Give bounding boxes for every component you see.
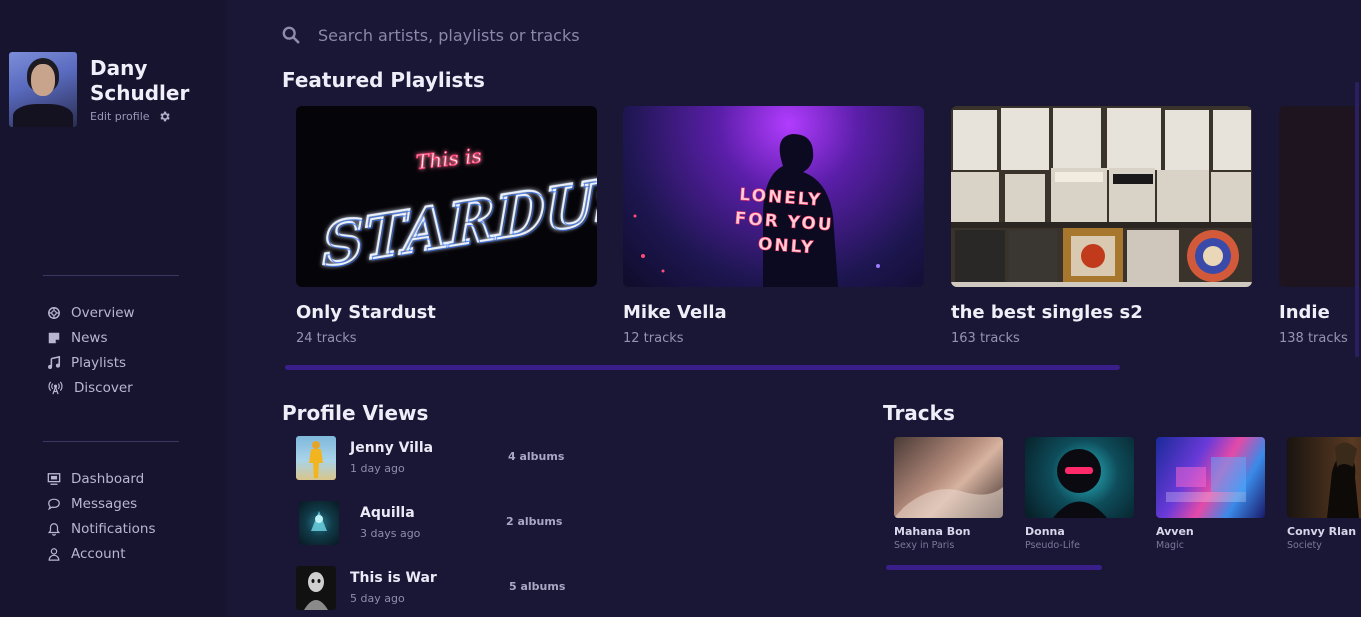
nav-item-overview[interactable]: Overview <box>46 300 135 325</box>
playlist-cover[interactable] <box>1279 106 1361 287</box>
playlist-cover[interactable] <box>951 106 1252 287</box>
playlist-cover[interactable]: This is STARDUST STARDUST <box>296 106 597 287</box>
track-title: Avven <box>1156 525 1194 538</box>
track-card[interactable]: Avven Magic <box>1156 437 1266 551</box>
message-icon <box>46 496 61 511</box>
nav-label: Overview <box>71 304 135 321</box>
primary-nav: Overview News Playlists Discover <box>46 300 135 400</box>
track-cover[interactable] <box>1025 437 1134 518</box>
profile-views-title: Profile Views <box>282 401 429 425</box>
profile-albums: 5 albums <box>509 580 566 593</box>
track-cover[interactable] <box>894 437 1003 518</box>
edit-profile-link[interactable]: Edit profile <box>90 110 171 123</box>
track-subtitle: Magic <box>1156 540 1184 551</box>
overview-icon <box>46 305 61 320</box>
track-subtitle: Sexy in Paris <box>894 540 955 551</box>
featured-playlists-title: Featured Playlists <box>282 68 485 92</box>
nav-label: Discover <box>74 379 133 396</box>
svg-text:This is: This is <box>415 143 483 174</box>
profile-view-item[interactable]: Jenny Villa 1 day ago 4 albums <box>296 436 566 480</box>
nav-item-messages[interactable]: Messages <box>46 491 156 516</box>
nav-label: News <box>71 329 108 346</box>
svg-text:ONLY: ONLY <box>757 234 815 258</box>
profile-time: 1 day ago <box>350 462 405 475</box>
profile-view-item[interactable]: This is War 5 day ago 5 albums <box>296 566 566 610</box>
nav-label: Account <box>71 545 126 562</box>
track-card[interactable]: Convy Rlan Society <box>1287 437 1361 551</box>
playlist-card[interactable]: LONELY FOR YOU ONLY Mike Vella 12 tracks <box>623 106 924 346</box>
nav-label: Notifications <box>71 520 156 537</box>
search-icon[interactable] <box>282 26 300 44</box>
tracks-scrollbar[interactable] <box>886 565 1102 570</box>
news-icon <box>46 330 61 345</box>
profile-thumbnail <box>296 436 336 480</box>
nav-item-dashboard[interactable]: Dashboard <box>46 466 156 491</box>
profile-albums: 4 albums <box>508 450 565 463</box>
profile-thumbnail <box>296 566 336 610</box>
track-cover[interactable] <box>1156 437 1265 518</box>
playlist-name: the best singles s2 <box>951 302 1143 323</box>
profile-name: Aquilla <box>360 505 415 521</box>
search-bar <box>282 22 782 48</box>
nav-item-account[interactable]: Account <box>46 541 156 566</box>
search-input[interactable] <box>318 25 738 45</box>
playlist-card[interactable]: Indie 138 tracks <box>1279 106 1361 346</box>
broadcast-icon <box>46 380 64 395</box>
profile-time: 3 days ago <box>360 527 421 540</box>
profile-thumbnail <box>299 501 339 545</box>
nav-item-discover[interactable]: Discover <box>46 375 135 400</box>
playlist-track-count: 12 tracks <box>623 331 684 346</box>
music-note-icon <box>46 355 61 370</box>
playlist-track-count: 24 tracks <box>296 331 357 346</box>
profile-name: Jenny Villa <box>350 440 434 456</box>
nav-label: Messages <box>71 495 138 512</box>
profile-time: 5 day ago <box>350 592 405 605</box>
playlists-scrollbar[interactable] <box>285 365 1120 370</box>
page-scrollbar[interactable] <box>1355 82 1359 357</box>
playlist-track-count: 163 tracks <box>951 331 1020 346</box>
user-icon <box>46 546 61 561</box>
playlist-card[interactable]: the best singles s2 163 tracks <box>951 106 1252 346</box>
playlist-name: Only Stardust <box>296 302 436 323</box>
track-card[interactable]: Donna Pseudo-Life <box>1025 437 1135 551</box>
track-title: Donna <box>1025 525 1065 538</box>
nav-item-news[interactable]: News <box>46 325 135 350</box>
track-card[interactable]: Mahana Bon Sexy in Paris <box>894 437 1004 551</box>
track-subtitle: Pseudo-Life <box>1025 540 1080 551</box>
dashboard-icon <box>46 471 61 486</box>
playlist-name: Mike Vella <box>623 302 727 323</box>
sidebar: Dany Schudler Edit profile Overview News… <box>0 0 227 617</box>
sidebar-divider <box>43 275 179 276</box>
playlist-name: Indie <box>1279 302 1330 323</box>
edit-profile-label: Edit profile <box>90 110 150 123</box>
gear-icon[interactable] <box>158 110 171 123</box>
track-cover[interactable] <box>1287 437 1361 518</box>
track-title: Mahana Bon <box>894 525 971 538</box>
secondary-nav: Dashboard Messages Notifications Account <box>46 466 156 566</box>
nav-label: Dashboard <box>71 470 145 487</box>
track-title: Convy Rlan <box>1287 525 1357 538</box>
sidebar-divider <box>43 441 179 442</box>
user-name: Dany Schudler <box>90 56 190 105</box>
bell-icon <box>46 521 61 536</box>
avatar[interactable] <box>9 52 77 127</box>
nav-item-notifications[interactable]: Notifications <box>46 516 156 541</box>
profile-albums: 2 albums <box>506 515 563 528</box>
playlist-card[interactable]: This is STARDUST STARDUST Only Stardust … <box>296 106 597 346</box>
playlist-track-count: 138 tracks <box>1279 331 1348 346</box>
profile-view-item[interactable]: Aquilla 3 days ago 2 albums <box>296 501 566 545</box>
playlist-cover[interactable]: LONELY FOR YOU ONLY <box>623 106 924 287</box>
profile-name: This is War <box>350 570 437 586</box>
nav-item-playlists[interactable]: Playlists <box>46 350 135 375</box>
nav-label: Playlists <box>71 354 127 371</box>
track-subtitle: Society <box>1287 540 1322 551</box>
tracks-title: Tracks <box>883 401 955 425</box>
